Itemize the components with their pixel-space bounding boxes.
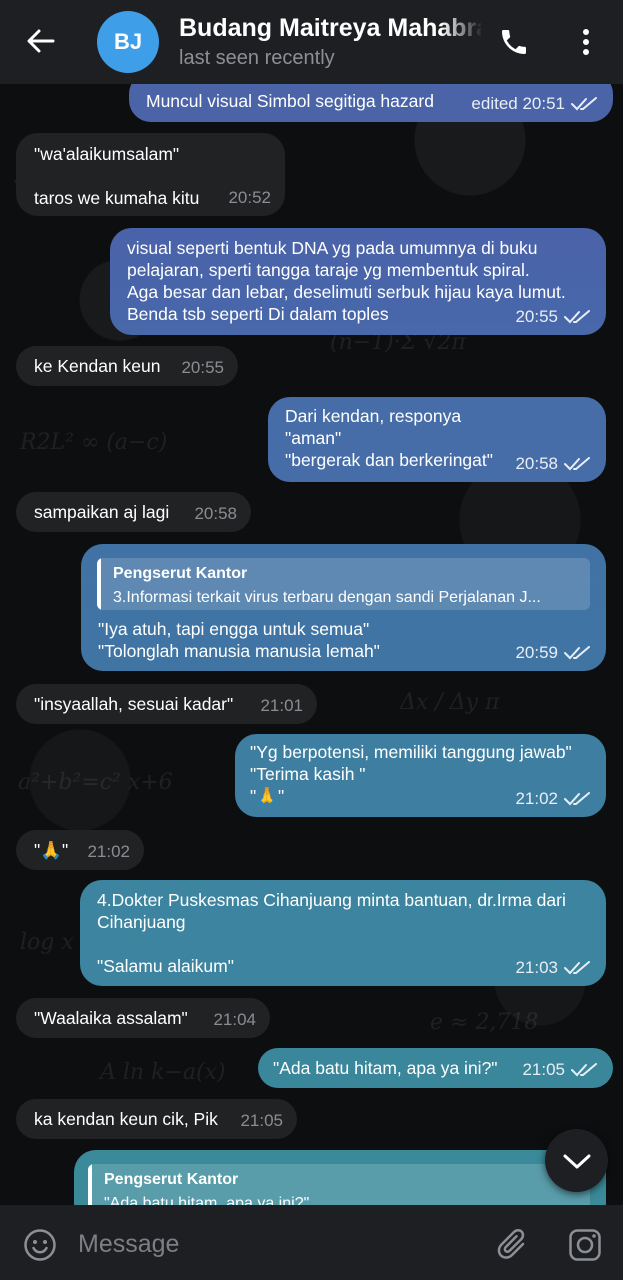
message-outgoing[interactable]: visual seperti bentuk DNA yg pada umumny…	[110, 228, 606, 335]
message-incoming[interactable]: "insyaallah, sesuai kadar" 21:01	[16, 684, 317, 724]
background-doodle: a²+b²=c² x+6	[18, 770, 173, 795]
message-outgoing[interactable]: "Yg berpotensi, memiliki tanggung jawab"…	[235, 734, 606, 817]
message-outgoing[interactable]: Dari kendan, responya "aman" "bergerak d…	[268, 397, 606, 482]
message-time: 20:52	[228, 188, 271, 207]
double-check-icon	[564, 310, 590, 324]
last-seen-status: last seen recently	[179, 47, 335, 69]
double-check-icon	[564, 646, 590, 660]
camera-icon[interactable]	[568, 1228, 602, 1262]
message-time: 21:05	[522, 1060, 565, 1079]
message-time: 21:05	[240, 1111, 283, 1130]
reply-bar	[97, 558, 101, 610]
double-check-icon	[564, 457, 590, 471]
message-meta: 21:05	[240, 1110, 283, 1132]
message-time: 21:02	[87, 842, 130, 861]
message-meta: 20:55	[181, 357, 224, 379]
chat-header: BJ Budang Maitreya Mahabrata last seen r…	[0, 0, 623, 84]
message-time: 21:01	[260, 696, 303, 715]
message-meta: 20:58	[194, 503, 237, 525]
message-meta: 20:55	[515, 306, 592, 328]
message-meta: 21:03	[515, 957, 592, 979]
message-meta: 21:01	[260, 695, 303, 717]
phone-icon[interactable]	[498, 26, 530, 58]
arrow-left-icon[interactable]	[24, 24, 58, 58]
message-meta: 21:05	[522, 1059, 599, 1081]
reply-author: Pengserut Kantor	[104, 1171, 239, 1188]
message-outgoing[interactable]: 4.Dokter Puskesmas Cihanjuang minta bant…	[80, 880, 606, 986]
message-incoming[interactable]: ka kendan keun cik, Pik 21:05	[16, 1099, 297, 1139]
name-fade	[441, 10, 483, 46]
message-input-bar	[0, 1205, 623, 1280]
message-text: "Iya atuh, tapi engga untuk semua" "Tolo…	[98, 619, 380, 661]
message-meta: 20:52	[228, 187, 271, 209]
message-incoming[interactable]: sampaikan aj lagi 20:58	[16, 492, 251, 532]
message-time: 21:04	[213, 1010, 256, 1029]
background-doodle: e ≈ 2,718	[430, 1010, 539, 1035]
avatar[interactable]: BJ	[97, 11, 159, 73]
message-time: 21:03	[515, 958, 558, 977]
message-time: 21:02	[515, 789, 558, 808]
double-check-icon	[571, 97, 597, 111]
message-outgoing-reply[interactable]: Pengserut Kantor 3.Informasi terkait vir…	[81, 544, 606, 671]
contact-name[interactable]: Budang Maitreya Mahabrata	[179, 14, 481, 43]
background-doodle: R2L² ∞ (a−c)	[20, 430, 168, 455]
message-meta: 21:02	[87, 841, 130, 863]
double-check-icon	[571, 1063, 597, 1077]
message-incoming[interactable]: "wa'alaikumsalam" taros we kumaha kitu 2…	[16, 133, 285, 216]
reply-text: 3.Informasi terkait virus terbaru dengan…	[113, 589, 541, 606]
message-time: 20:55	[515, 307, 558, 326]
message-time: 20:55	[181, 358, 224, 377]
background-doodle: Δx / Δy π	[400, 690, 500, 715]
message-meta: 21:04	[213, 1009, 256, 1031]
chevron-down-icon	[563, 1154, 590, 1168]
scroll-down-button[interactable]	[545, 1129, 608, 1192]
message-incoming[interactable]: "Waalaika assalam" 21:04	[16, 998, 270, 1038]
message-time: edited 20:51	[471, 94, 565, 113]
message-outgoing[interactable]: "Ada batu hitam, apa ya ini?" 21:05	[258, 1048, 613, 1088]
message-meta: edited 20:51	[471, 93, 599, 115]
message-meta: 20:58	[515, 453, 592, 475]
message-text: "insyaallah, sesuai kadar"	[34, 694, 234, 714]
message-meta: 21:02	[515, 788, 592, 810]
message-input[interactable]	[76, 1225, 480, 1263]
message-incoming[interactable]: "🙏" 21:02	[16, 830, 144, 870]
message-incoming[interactable]: ke Kendan keun 20:55	[16, 346, 238, 386]
message-time: 20:59	[515, 643, 558, 662]
message-time: 20:58	[194, 504, 237, 523]
reply-author: Pengserut Kantor	[113, 565, 248, 582]
double-check-icon	[564, 792, 590, 806]
background-doodle: A ln k−a(x)	[100, 1060, 226, 1085]
message-meta: 20:59	[515, 642, 592, 664]
message-time: 20:58	[515, 454, 558, 473]
double-check-icon	[564, 961, 590, 975]
reply-quote[interactable]: Pengserut Kantor 3.Informasi terkait vir…	[97, 558, 590, 610]
paperclip-icon[interactable]	[496, 1227, 530, 1263]
smile-icon[interactable]	[23, 1228, 57, 1262]
kebab-menu-icon[interactable]	[575, 26, 597, 58]
